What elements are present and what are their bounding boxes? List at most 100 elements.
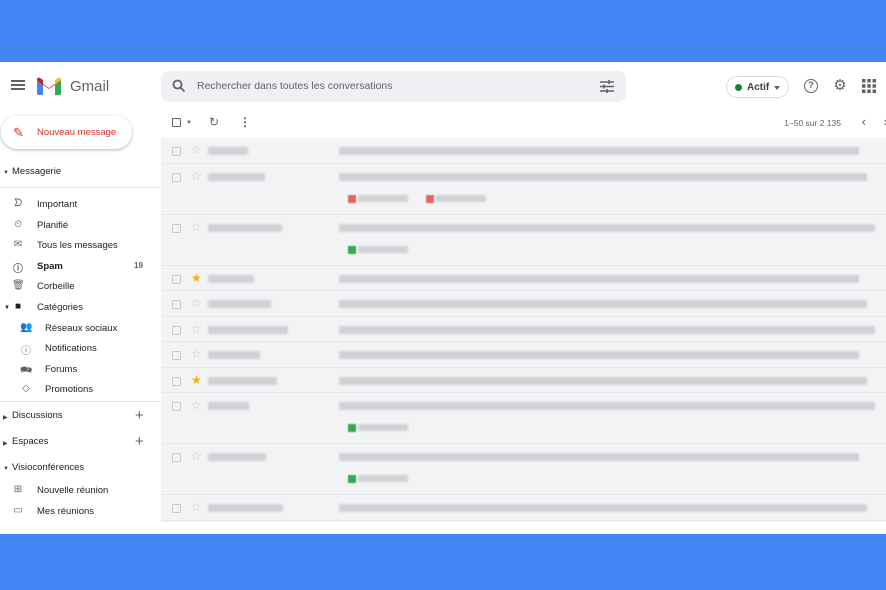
- sender-redacted: [208, 351, 260, 359]
- sidebar-item-trash[interactable]: 🗑 Corbeille: [0, 278, 160, 296]
- section-messagerie[interactable]: ▼ Messagerie: [0, 166, 160, 180]
- row-checkbox[interactable]: [172, 504, 181, 513]
- email-row[interactable]: ★: [161, 368, 886, 393]
- row-checkbox[interactable]: [172, 223, 181, 233]
- star-icon[interactable]: ☆: [191, 322, 202, 336]
- star-icon[interactable]: ★: [191, 271, 202, 285]
- sender-redacted: [208, 504, 283, 512]
- trash-icon: 🗑: [12, 280, 25, 291]
- tune-icon[interactable]: [600, 80, 614, 93]
- spam-icon: ⓘ: [13, 264, 23, 275]
- compose-button[interactable]: ✎ Nouveau message: [1, 116, 132, 149]
- sender-redacted: [208, 172, 265, 181]
- star-icon[interactable]: ☆: [191, 220, 202, 234]
- row-checkbox[interactable]: [172, 351, 181, 360]
- search-input[interactable]: Rechercher dans toutes les conversations: [161, 71, 626, 102]
- star-icon[interactable]: ☆: [191, 347, 202, 361]
- sidebar-item-scheduled[interactable]: ⏲ Planifié: [0, 217, 160, 235]
- sidebar-item-social[interactable]: 👥 Réseaux sociaux: [0, 320, 160, 338]
- attachment-name-redacted: [436, 194, 486, 202]
- refresh-icon[interactable]: ↻: [209, 115, 219, 129]
- attachment-chip-icon[interactable]: [348, 245, 356, 254]
- chevron-left-icon[interactable]: ‹: [862, 114, 866, 129]
- email-row[interactable]: ☆: [161, 215, 886, 266]
- sender-redacted: [208, 300, 271, 308]
- email-row[interactable]: ☆: [161, 291, 886, 317]
- sender-redacted: [208, 453, 266, 461]
- email-row[interactable]: ☆: [161, 444, 886, 495]
- item-label: Spam: [37, 261, 63, 272]
- pagination-text: 1–50 sur 2 135: [784, 118, 841, 128]
- pencil-icon: ✎: [13, 125, 24, 140]
- section-spaces[interactable]: ▶ Espaces +: [0, 433, 160, 450]
- sender-redacted: [208, 147, 248, 155]
- row-checkbox[interactable]: [172, 274, 181, 284]
- header: Gmail Rechercher dans toutes les convers…: [0, 62, 886, 110]
- brand-name: Gmail: [70, 78, 110, 95]
- sender-redacted: [208, 223, 282, 232]
- apps-icon[interactable]: [862, 79, 876, 93]
- item-label: Réseaux sociaux: [45, 323, 118, 334]
- sender-redacted: [208, 325, 288, 334]
- attachment-chip-icon[interactable]: [426, 194, 434, 203]
- star-icon[interactable]: ☆: [191, 143, 202, 157]
- item-label: Corbeille: [37, 281, 75, 292]
- email-row[interactable]: ☆: [161, 317, 886, 342]
- sidebar-item-new-meeting[interactable]: ⊞ Nouvelle réunion: [0, 482, 160, 500]
- star-icon[interactable]: ☆: [191, 398, 202, 412]
- search-icon[interactable]: [172, 79, 186, 93]
- gmail-logo: [37, 77, 61, 95]
- sidebar-item-promotions[interactable]: ◇ Promotions: [0, 381, 160, 399]
- attachment-name-redacted: [358, 194, 408, 202]
- section-discussions[interactable]: ▶ Discussions +: [0, 407, 160, 424]
- important-icon: ᗤ: [13, 198, 23, 209]
- email-row[interactable]: ☆: [161, 164, 886, 215]
- section-meet[interactable]: ▼ Visioconférences: [0, 462, 160, 476]
- star-icon[interactable]: ★: [191, 373, 202, 387]
- row-checkbox[interactable]: [172, 300, 181, 309]
- caret-right-icon: ▶: [3, 441, 8, 447]
- row-checkbox[interactable]: [172, 376, 181, 386]
- row-checkbox[interactable]: [172, 453, 181, 462]
- menu-icon[interactable]: [11, 80, 25, 90]
- gear-icon[interactable]: ⚙: [833, 78, 847, 93]
- sidebar-item-notifications[interactable]: ⓘ Notifications: [0, 340, 160, 358]
- attachment-chip-icon[interactable]: [348, 475, 356, 483]
- email-row[interactable]: ☆: [161, 393, 886, 444]
- section-label: Espaces: [12, 436, 49, 447]
- email-row[interactable]: ☆: [161, 138, 886, 164]
- email-row[interactable]: ★: [161, 266, 886, 291]
- attachment-chip-icon[interactable]: [348, 424, 356, 432]
- email-row[interactable]: ☆: [161, 495, 886, 521]
- row-checkbox[interactable]: [172, 147, 181, 156]
- all-mail-icon: ✉: [13, 239, 23, 250]
- section-label: Visioconférences: [12, 462, 85, 473]
- attachment-chip-icon[interactable]: [348, 194, 356, 203]
- star-icon[interactable]: ☆: [191, 500, 202, 514]
- sidebar-item-categories[interactable]: ▼ ■ Catégories: [0, 299, 160, 317]
- plus-icon[interactable]: +: [135, 433, 144, 450]
- subject-redacted: [339, 504, 867, 512]
- sidebar-item-forums[interactable]: 🗪 Forums: [0, 361, 160, 379]
- star-icon[interactable]: ☆: [191, 169, 202, 183]
- row-checkbox[interactable]: [172, 402, 181, 411]
- chevron-down-icon[interactable]: ▼: [186, 120, 192, 126]
- select-all-checkbox[interactable]: [172, 118, 181, 127]
- star-icon[interactable]: ☆: [191, 296, 202, 310]
- status-dot: [735, 84, 742, 91]
- row-checkbox[interactable]: [172, 172, 181, 182]
- search-placeholder: Rechercher dans toutes les conversations: [197, 80, 393, 92]
- row-checkbox[interactable]: [172, 325, 181, 335]
- attachment-name-redacted: [358, 424, 408, 431]
- sidebar-item-spam[interactable]: ⓘ Spam 19: [0, 258, 160, 276]
- sidebar-item-important[interactable]: ᗤ Important: [0, 196, 160, 214]
- help-icon[interactable]: ?: [804, 79, 818, 93]
- more-icon[interactable]: ⋮: [239, 115, 251, 129]
- status-dropdown[interactable]: Actif: [726, 76, 789, 98]
- subject-redacted: [339, 223, 875, 232]
- sidebar-item-my-meetings[interactable]: ▭ Mes réunions: [0, 503, 160, 521]
- star-icon[interactable]: ☆: [191, 449, 202, 463]
- plus-icon[interactable]: +: [135, 407, 144, 424]
- email-row[interactable]: ☆: [161, 342, 886, 368]
- sidebar-item-all-mail[interactable]: ✉ Tous les messages: [0, 237, 160, 255]
